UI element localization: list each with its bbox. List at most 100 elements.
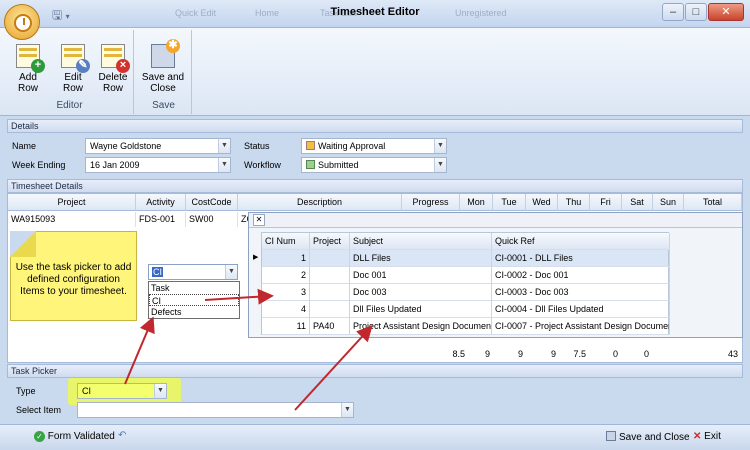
type-field[interactable]: CI ▼ [77,383,167,399]
table-row[interactable]: 4 Dll Files Updated CI-0004 - Dll Files … [262,301,670,318]
timesheet-details-header: Timesheet Details [7,179,743,193]
edit-row-icon: ✎ [61,44,90,73]
cell-activity[interactable]: FDS-001 [136,212,186,227]
ci-num: 4 [262,301,310,318]
add-row-icon: + [16,44,45,73]
save-close-icon: ✱ [151,39,180,68]
ci-quickref: CI-0003 - Doc 003 [492,284,670,301]
tip-callout: Use the task picker to add defined confi… [10,231,137,321]
exit-button[interactable]: ✕ Exit [693,431,721,442]
cell-project[interactable]: WA915093 [8,212,136,227]
task-picker-popup[interactable]: ✕ CI Num Project Subject Quick Ref 1 DLL… [248,212,743,338]
type-combo[interactable]: CI ▼ [148,264,238,280]
col-costcode[interactable]: CostCode [186,194,238,211]
chevron-down-icon[interactable]: ▼ [154,384,166,398]
type-value: CI [82,386,91,396]
minimize-button[interactable]: – [662,3,684,21]
ci-project [310,267,350,284]
edit-row-button[interactable]: ✎ Edit Row [54,44,92,94]
status-value: Waiting Approval [318,141,386,151]
clock-icon [14,14,32,32]
close-button[interactable]: ✕ [708,3,744,21]
col-sat[interactable]: Sat [622,194,653,211]
week-ending-field[interactable]: 16 Jan 2009 ▼ [85,157,231,173]
col-total[interactable]: Total [684,194,742,211]
total-progress: 8.5 [452,349,465,359]
col-progress[interactable]: Progress [402,194,460,211]
col-ci-subject[interactable]: Subject [350,233,492,250]
ci-subject: Project Assistant Design Document [350,318,492,335]
col-description[interactable]: Description [238,194,402,211]
col-fri[interactable]: Fri [590,194,622,211]
total-fri: 0 [612,349,618,359]
workflow-field[interactable]: Submitted ▼ [301,157,447,173]
total-tue: 9 [517,349,523,359]
option-defects[interactable]: Defects [149,306,239,318]
cell-costcode[interactable]: SW00 [186,212,238,227]
undo-icon[interactable]: ↶ [118,430,126,441]
add-row-button[interactable]: + Add Row [10,44,46,94]
form-validated-label: Form Validated [47,431,115,443]
ci-project [310,301,350,318]
col-ci-project[interactable]: Project [310,233,350,250]
save-and-close-button[interactable]: ✱ Save and Close [140,39,186,94]
type-dropdown-list[interactable]: Task CI Defects [148,281,240,319]
table-row[interactable]: 11 PA40 Project Assistant Design Documen… [262,318,670,335]
ci-num: 11 [262,318,310,335]
name-field[interactable]: Wayne Goldstone ▼ [85,138,231,154]
table-row[interactable]: 1 DLL Files CI-0001 - DLL Files [262,250,670,267]
editor-group-caption: Editor [56,100,83,111]
col-thu[interactable]: Thu [558,194,590,211]
col-ci-quickref[interactable]: Quick Ref [492,233,670,250]
maximize-button[interactable]: □ [685,3,707,21]
ci-subject: DLL Files [350,250,492,267]
col-activity[interactable]: Activity [136,194,186,211]
task-picker-header: Task Picker [7,364,743,378]
close-icon[interactable]: ✕ [253,214,265,226]
status-icon [306,141,315,150]
col-wed[interactable]: Wed [526,194,558,211]
option-task[interactable]: Task [149,282,239,294]
ci-quickref: CI-0001 - DLL Files [492,250,670,267]
select-item-field[interactable]: ▼ [77,402,354,418]
save-icon [606,431,616,441]
col-sun[interactable]: Sun [653,194,684,211]
application-menu-button[interactable] [4,4,40,40]
edit-row-label: Edit Row [62,72,83,94]
save-and-close-label: Save and Close [141,72,185,94]
delete-row-button[interactable]: × Delete Row [96,44,130,94]
chevron-down-icon[interactable]: ▼ [225,265,237,279]
ci-subject: Doc 001 [350,267,492,284]
status-field[interactable]: Waiting Approval ▼ [301,138,447,154]
week-ending-label: Week Ending [12,160,66,170]
ci-table-header: CI Num Project Subject Quick Ref [262,233,670,250]
total-thu: 7.5 [573,349,586,359]
ci-quickref: CI-0007 - Project Assistant Design Docum… [492,318,670,335]
col-project[interactable]: Project [8,194,136,211]
col-tue[interactable]: Tue [493,194,526,211]
check-icon: ✓ [34,431,45,442]
chevron-down-icon[interactable]: ▼ [434,139,446,153]
exit-label: Exit [704,431,721,442]
title-bar: 🖫 ▾ Quick Edit Home Task Edit Unregister… [0,0,750,28]
col-ci-num[interactable]: CI Num [262,233,310,250]
delete-row-label: Delete Row [98,72,128,94]
status-save-close-button[interactable]: Save and Close [606,431,690,443]
status-bar: ✓ Form Validated ↶ Save and Close ✕ Exit [0,424,750,450]
name-label: Name [12,141,37,151]
chevron-down-icon[interactable]: ▼ [218,139,230,153]
chevron-down-icon[interactable]: ▼ [434,158,446,172]
table-row[interactable]: 3 Doc 003 CI-0003 - Doc 003 [262,284,670,301]
ci-table[interactable]: CI Num Project Subject Quick Ref 1 DLL F… [261,232,670,335]
details-header: Details [7,119,743,133]
chevron-down-icon[interactable]: ▼ [341,403,353,417]
total-sum: 43 [727,349,738,359]
ci-num: 3 [262,284,310,301]
ci-num: 1 [262,250,310,267]
table-row[interactable]: 2 Doc 001 CI-0002 - Doc 001 [262,267,670,284]
chevron-down-icon[interactable]: ▼ [218,158,230,172]
save-group-caption: Save [152,100,175,111]
type-combo-value: CI [152,267,163,277]
option-ci[interactable]: CI [149,294,239,306]
col-mon[interactable]: Mon [460,194,493,211]
